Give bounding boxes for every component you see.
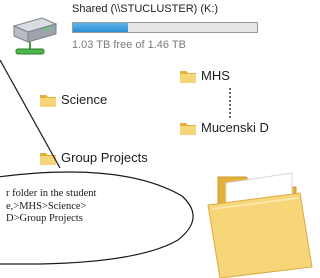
folder-label: Mucenski D [201,120,269,135]
folder-item-group-projects[interactable]: Group Projects [40,150,148,165]
drive-usage-bar [72,22,258,33]
folder-item-mhs[interactable]: MHS [180,68,230,83]
drive-usage-fill [73,23,129,32]
folder-icon [40,94,56,107]
network-drive-icon [12,17,58,55]
folder-label: Science [61,92,108,107]
folder-item-science[interactable]: Science [40,92,107,107]
large-folder-icon[interactable] [200,155,320,278]
drive-free-space: 1.03 TB free of 1.46 TB [72,39,186,51]
folder-item-mucenski-d[interactable]: Mucenski D [180,120,269,135]
callout-line: r folder in the student [6,188,97,199]
folder-icon [180,122,196,135]
folder-icon [40,152,56,165]
drive-name[interactable]: Shared (\\STUCLUSTER) (K:) [72,3,218,15]
callout-line: D>Group Projects [6,213,83,224]
callout-line: e,>MHS>Science> [6,200,87,212]
connector-dots [229,88,231,118]
callout-text: r folder in the student e,>MHS>Science> … [6,188,190,226]
folder-icon [180,70,196,83]
folder-label: Group Projects [61,150,148,165]
folder-label: MHS [201,68,230,83]
